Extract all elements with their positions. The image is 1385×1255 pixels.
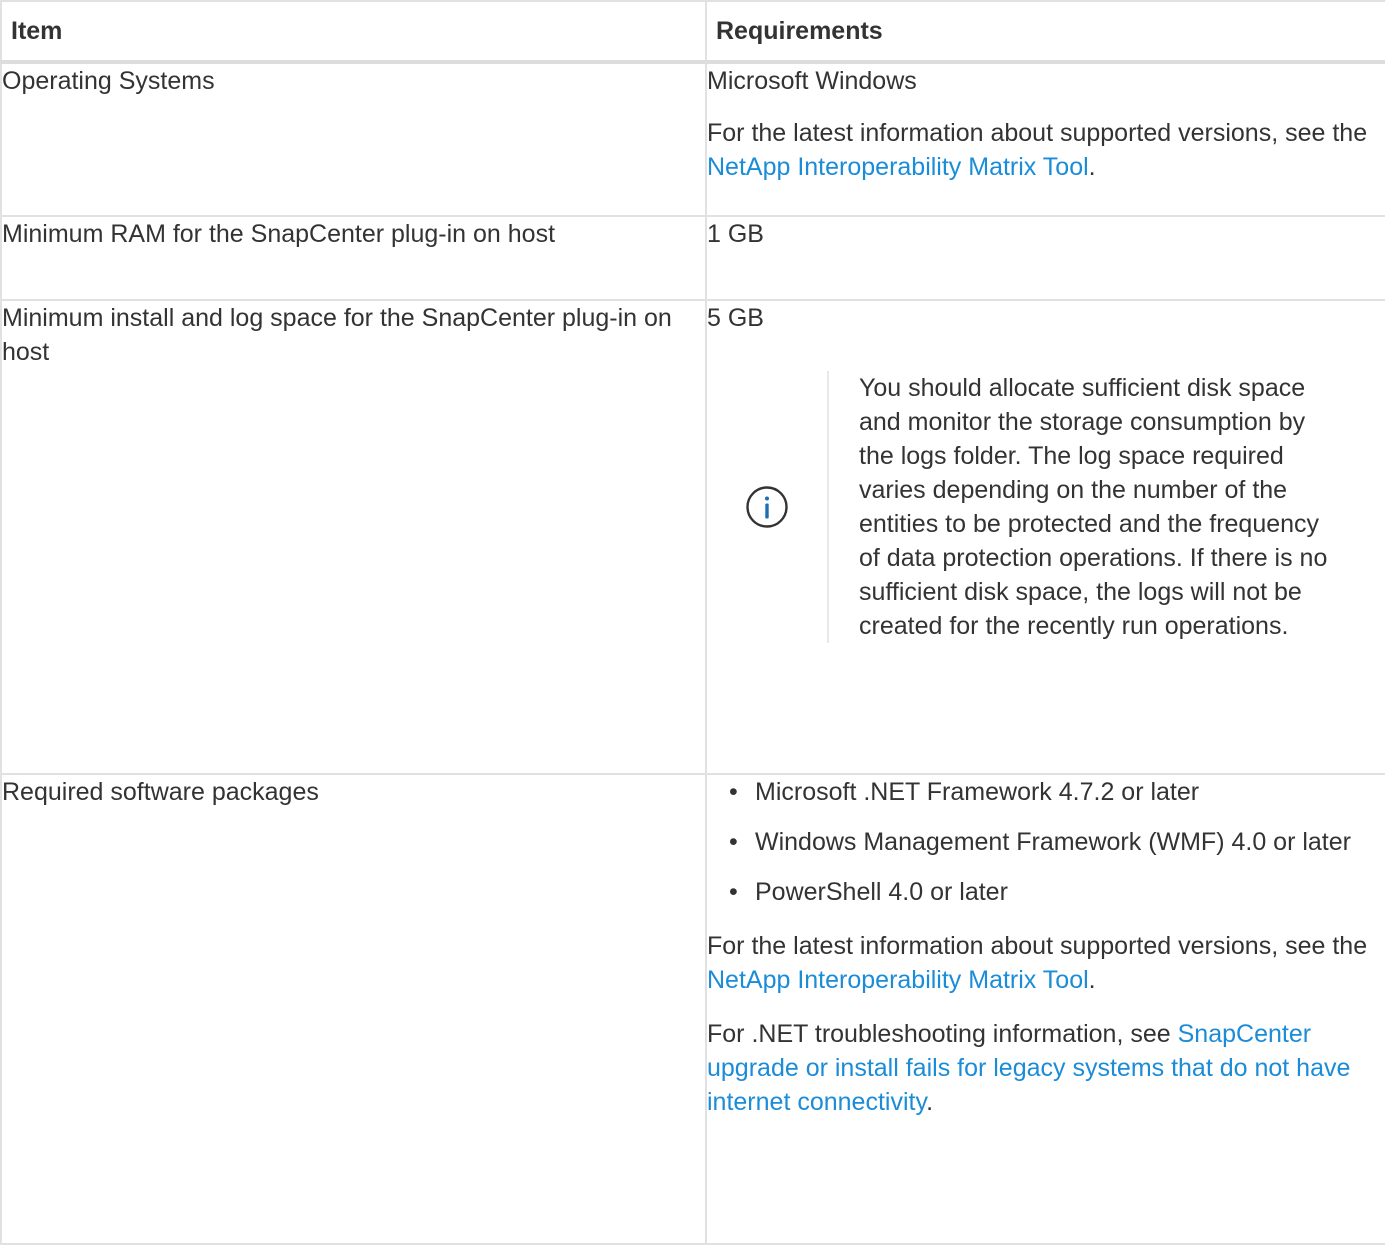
note-text: You should allocate sufficient disk spac… bbox=[859, 374, 1328, 640]
os-name: Microsoft Windows bbox=[707, 67, 917, 95]
table-row-operating-systems: Operating Systems Microsoft Windows For … bbox=[0, 62, 1385, 217]
item-label: Minimum RAM for the SnapCenter plug-in o… bbox=[2, 220, 556, 248]
header-requirements: Requirements bbox=[705, 0, 1385, 64]
requirements-cell: 1 GB bbox=[705, 216, 1385, 301]
list-item: Windows Management Framework (WMF) 4.0 o… bbox=[727, 825, 1385, 859]
package-list: Microsoft .NET Framework 4.7.2 or later … bbox=[707, 775, 1385, 909]
imt-link[interactable]: NetApp Interoperability Matrix Tool bbox=[707, 966, 1089, 994]
note-admonition: You should allocate sufficient disk spac… bbox=[707, 371, 1385, 643]
imt-link[interactable]: NetApp Interoperability Matrix Tool bbox=[707, 153, 1089, 181]
item-label: Required software packages bbox=[2, 778, 319, 806]
info-circle-icon bbox=[746, 486, 788, 528]
table-row-install-space: Minimum install and log space for the Sn… bbox=[0, 300, 1385, 775]
item-cell: Minimum install and log space for the Sn… bbox=[0, 300, 707, 775]
item-label: Minimum install and log space for the Sn… bbox=[2, 304, 672, 366]
troubleshooting-info: For .NET troubleshooting information, se… bbox=[707, 1020, 1351, 1116]
note-icon-column bbox=[707, 371, 829, 643]
requirements-cell: 5 GB You should allocate sufficient disk… bbox=[705, 300, 1385, 775]
versions-info: For the latest information about support… bbox=[707, 932, 1368, 994]
table-row-min-ram: Minimum RAM for the SnapCenter plug-in o… bbox=[0, 216, 1385, 301]
requirements-cell: Microsoft .NET Framework 4.7.2 or later … bbox=[705, 774, 1385, 1245]
header-item: Item bbox=[0, 0, 707, 64]
versions-info: For the latest information about support… bbox=[707, 119, 1368, 181]
space-value: 5 GB bbox=[707, 304, 764, 332]
header-row: Item Requirements bbox=[0, 0, 1385, 64]
item-cell: Minimum RAM for the SnapCenter plug-in o… bbox=[0, 216, 707, 301]
list-item: PowerShell 4.0 or later bbox=[727, 875, 1385, 909]
item-cell: Operating Systems bbox=[0, 62, 707, 217]
requirements-table: Item Requirements Operating Systems Micr… bbox=[0, 0, 1385, 1245]
table-row-software-packages: Required software packages Microsoft .NE… bbox=[0, 774, 1385, 1245]
ram-value: 1 GB bbox=[707, 220, 764, 248]
requirements-cell: Microsoft Windows For the latest informa… bbox=[705, 62, 1385, 217]
list-item: Microsoft .NET Framework 4.7.2 or later bbox=[727, 775, 1385, 809]
item-label: Operating Systems bbox=[2, 67, 215, 95]
item-cell: Required software packages bbox=[0, 774, 707, 1245]
